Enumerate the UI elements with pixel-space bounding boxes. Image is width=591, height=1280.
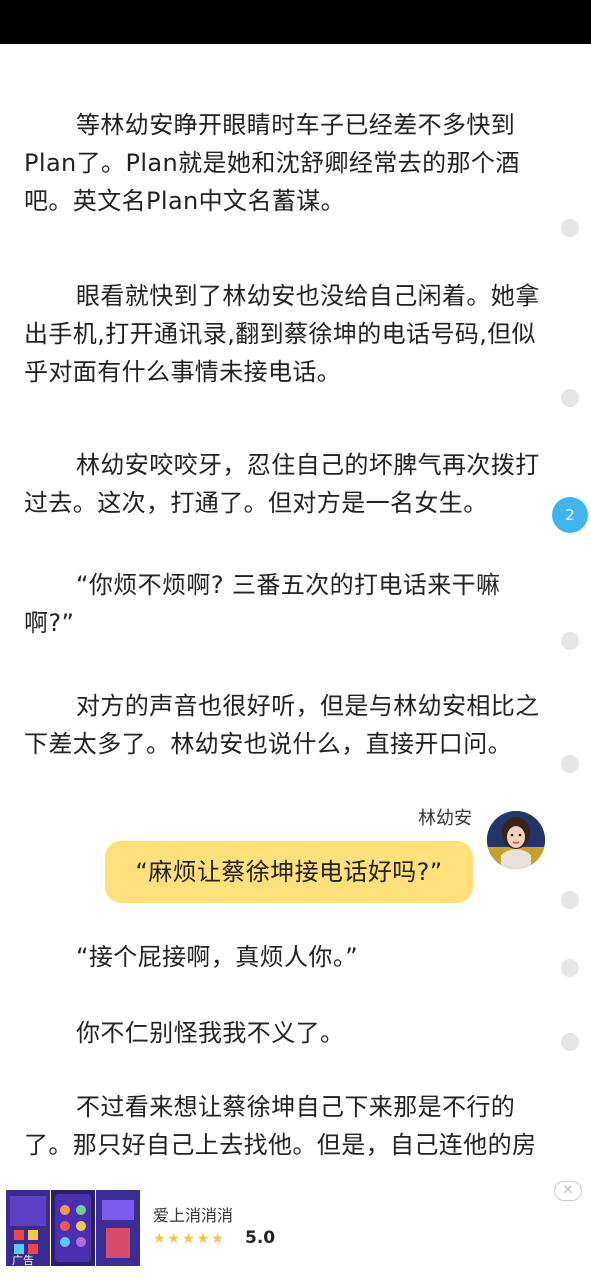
close-icon[interactable]: ✕ xyxy=(554,1181,582,1201)
paragraph-comment-dot[interactable] xyxy=(561,389,579,407)
status-bar xyxy=(0,0,591,44)
ad-thumbnail[interactable] xyxy=(51,1190,95,1266)
ad-thumbnail[interactable]: 广告 xyxy=(6,1190,50,1266)
paragraph: 等林幼安睁开眼睛时车子已经差不多快到Plan了。Plan就是她和沈舒卿经常去的那… xyxy=(24,111,520,215)
speaker-avatar[interactable] xyxy=(487,811,545,869)
paragraph-comment-dot[interactable] xyxy=(561,755,579,773)
paragraph-comment-dot[interactable] xyxy=(561,891,579,909)
paragraph: 你不仁别怪我我不义了。 xyxy=(76,1019,345,1047)
paragraph-comment-dot[interactable] xyxy=(561,1033,579,1051)
paragraph-comment-dot[interactable] xyxy=(561,959,579,977)
dialogue-speaker-name: 林幼安 xyxy=(418,808,472,829)
paragraph: 林幼安咬咬牙，忍住自己的坏脾气再次拨打过去。这次，打通了。但对方是一名女生。 xyxy=(24,451,540,517)
paragraph: 眼看就快到了林幼安也没给自己闲着。她拿出手机,打开通讯录,翻到蔡徐坤的电话号码,… xyxy=(24,282,540,386)
ad-label: 广告 xyxy=(12,1254,34,1266)
paragraph: 不过看来想让蔡徐坤自己下来那是不行的了。那只好自己上去找他。但是，自己连他的房 xyxy=(24,1093,537,1159)
paragraph: “你烦不烦啊? 三番五次的打电话来干嘛啊?” xyxy=(24,571,501,637)
paragraph-comment-dot[interactable] xyxy=(561,219,579,237)
dialogue-bubble: “麻烦让蔡徐坤接电话好吗?” xyxy=(105,841,473,903)
ad-banner[interactable]: 广告 爱上消消消 ★★★★★ 5.0 ✕ xyxy=(0,1181,591,1280)
paragraph: “接个屁接啊，真烦人你。” xyxy=(76,943,359,971)
reader-content[interactable]: 等林幼安睁开眼睛时车子已经差不多快到Plan了。Plan就是她和沈舒卿经常去的那… xyxy=(0,44,591,1186)
paragraph-comment-dot[interactable] xyxy=(561,632,579,650)
ad-star-rating: ★★★★★ xyxy=(153,1231,226,1247)
paragraph: 对方的声音也很好听，但是与林幼安相比之下差太多了。林幼安也说什么，直接开口问。 xyxy=(24,692,540,758)
ad-rating-value: 5.0 xyxy=(245,1228,276,1248)
ad-thumbnail[interactable] xyxy=(96,1190,140,1266)
ad-app-title[interactable]: 爱上消消消 xyxy=(153,1202,233,1226)
paragraph-comment-count-badge[interactable]: 2 xyxy=(552,497,588,533)
